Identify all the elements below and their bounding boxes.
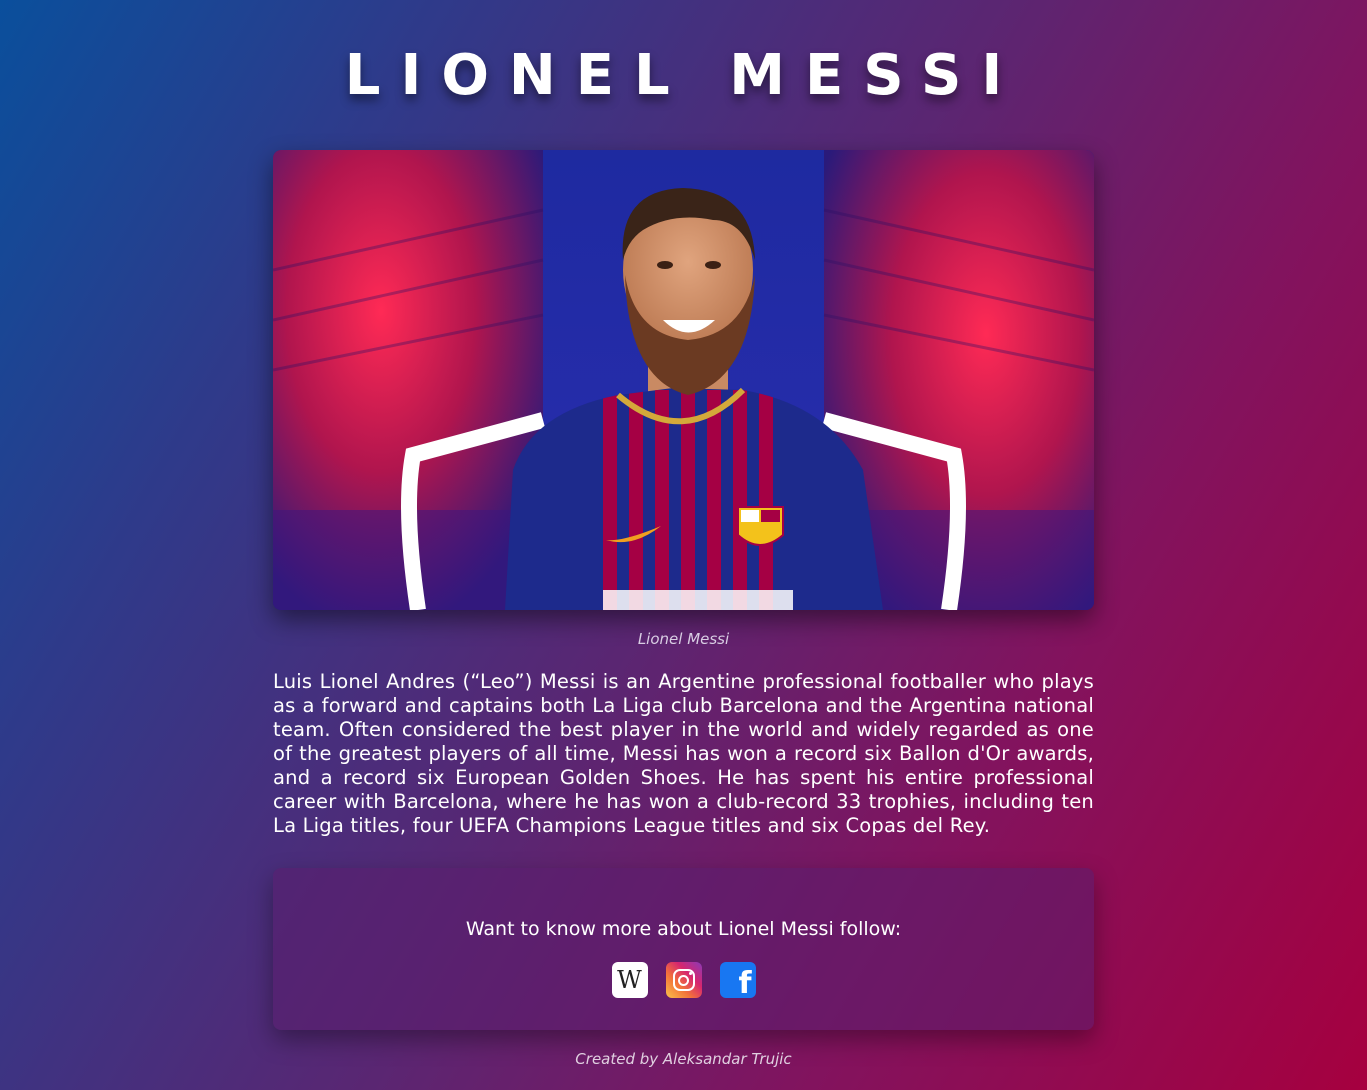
hero-image [273,150,1094,610]
follow-prompt: Want to know more about Lionel Messi fol… [465,918,902,940]
messi-photo-illustration [273,150,1094,610]
footer-credit: Created by Aleksandar Trujic [575,1050,792,1068]
hero-caption: Lionel Messi [637,630,730,648]
follow-card: Want to know more about Lionel Messi fol… [273,868,1094,1030]
social-links: W f [273,962,1094,998]
instagram-dot [688,971,692,975]
page-title: LIONEL MESSI [344,43,1023,108]
bio-paragraph: Luis Lionel Andres (“Leo”) Messi is an A… [273,670,1094,837]
instagram-lens [678,974,689,986]
instagram-icon[interactable] [665,962,702,998]
wikipedia-icon[interactable]: W [611,962,648,998]
facebook-icon[interactable]: f [719,962,756,998]
